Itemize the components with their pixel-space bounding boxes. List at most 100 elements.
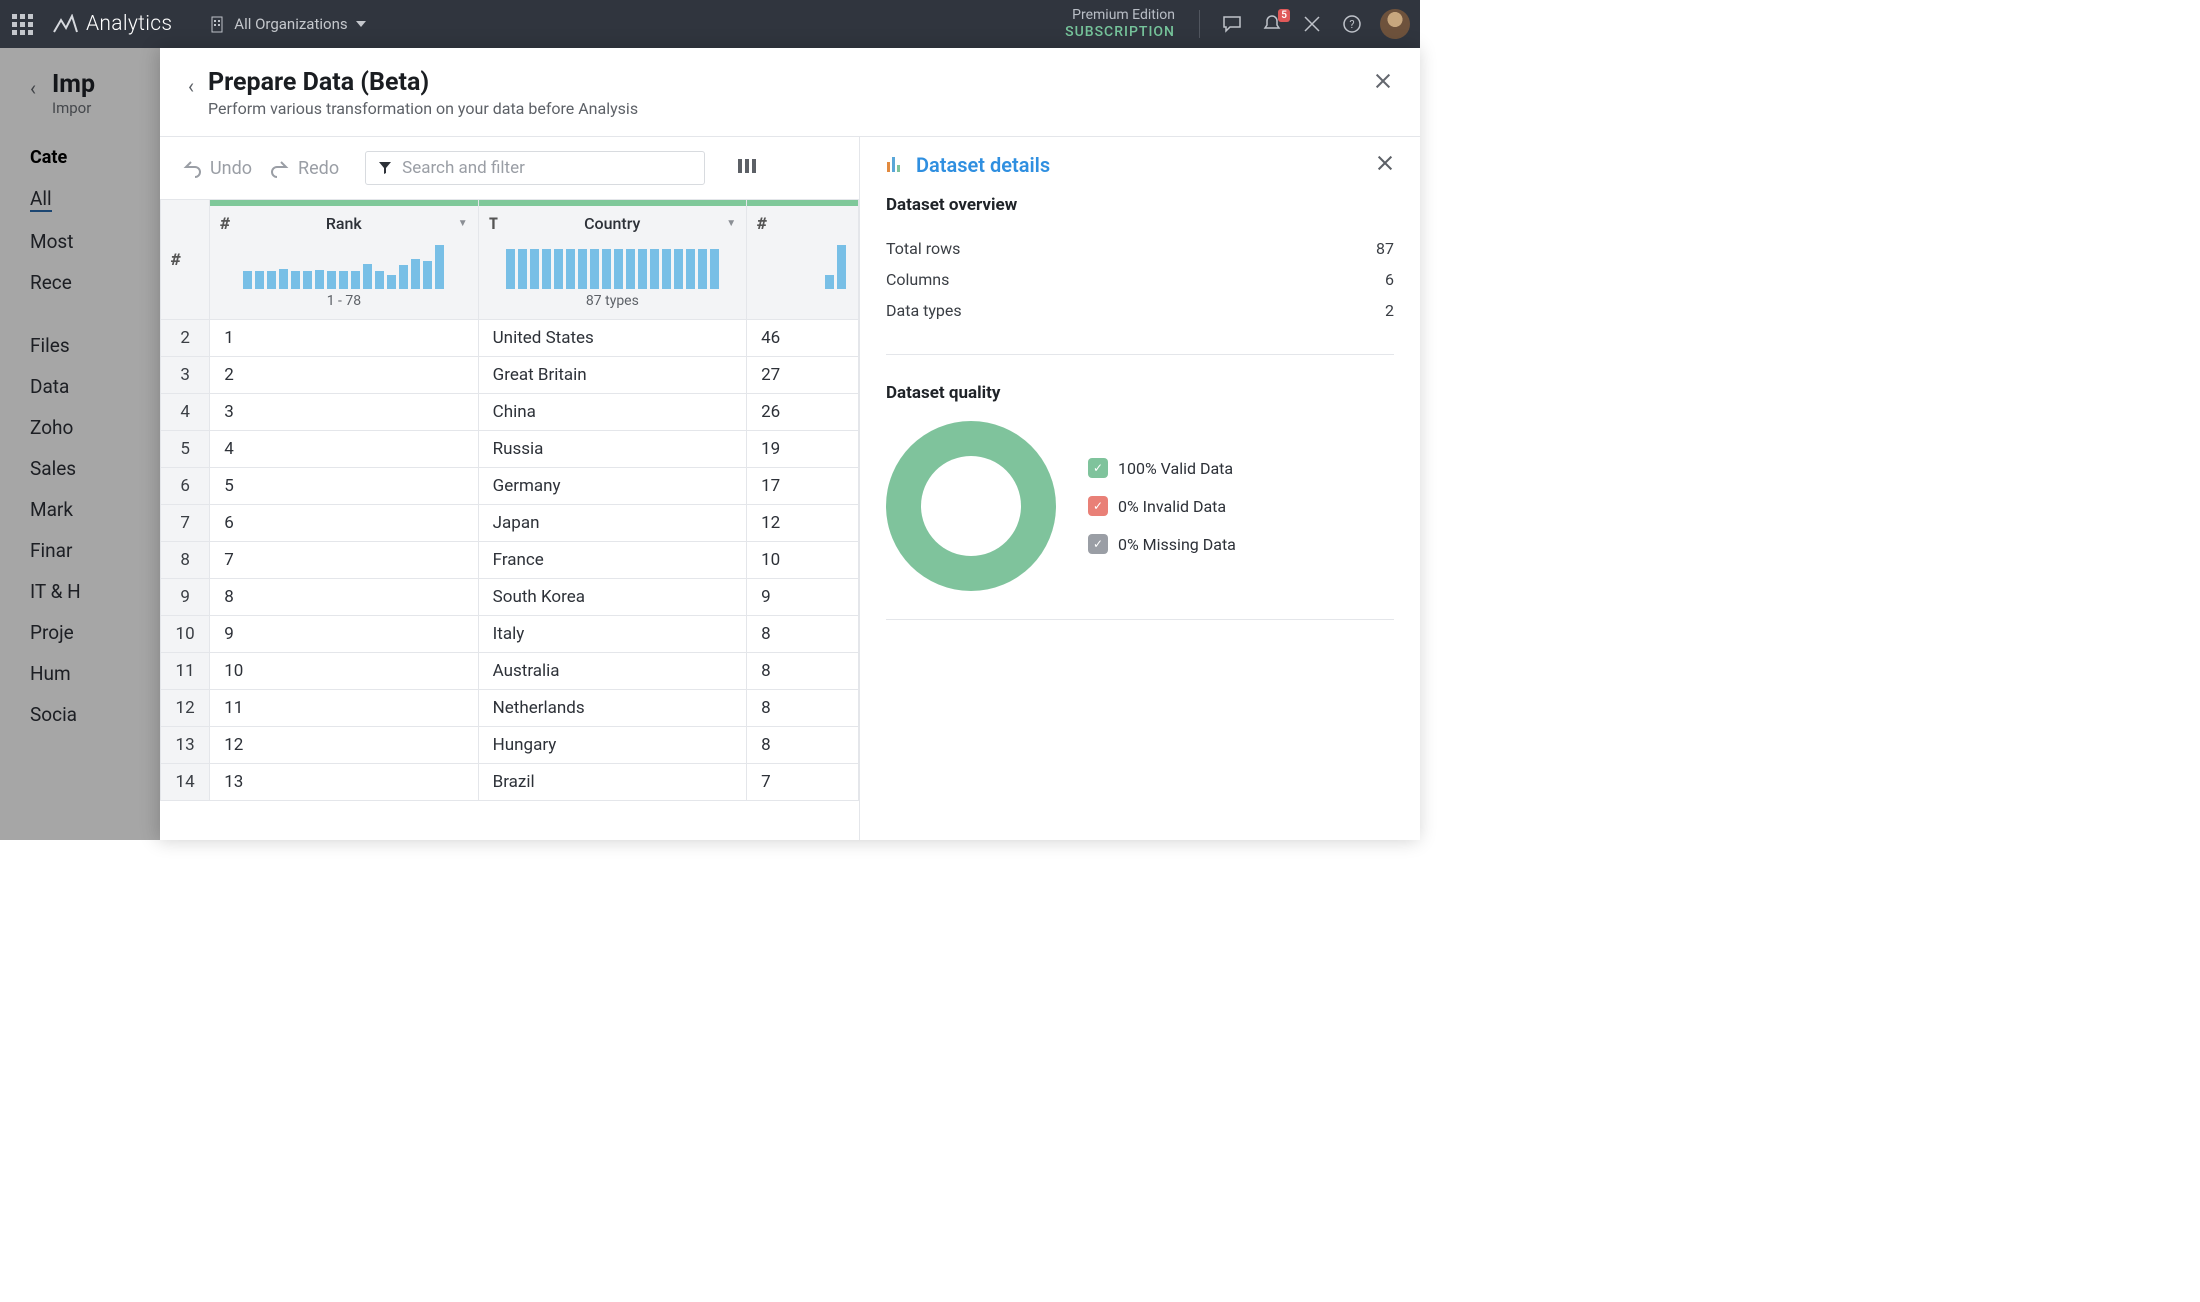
country-type-icon: T — [489, 214, 499, 233]
data-types-label: Data types — [886, 301, 962, 320]
tools-icon[interactable] — [1300, 12, 1324, 36]
country-column-header[interactable]: T Country ▼ 87 types — [478, 200, 746, 320]
table-row[interactable]: 54Russia19 — [161, 431, 859, 468]
app-logo[interactable]: Analytics — [52, 12, 172, 36]
undo-icon — [182, 158, 202, 178]
value-cell: 9 — [747, 579, 859, 616]
overview-header: Dataset overview — [886, 195, 1394, 215]
table-row[interactable]: 76Japan12 — [161, 505, 859, 542]
modal-back-button[interactable]: ‹ — [188, 74, 194, 98]
app-launcher-icon[interactable] — [10, 12, 34, 36]
notifications-icon[interactable]: 5 — [1260, 12, 1284, 36]
edition-info[interactable]: Premium Edition SUBSCRIPTION — [1065, 7, 1175, 42]
chevron-down-icon[interactable]: ▼ — [458, 218, 468, 229]
country-cell: China — [478, 394, 746, 431]
column-settings-button[interactable] — [737, 158, 757, 178]
check-icon: ✓ — [1088, 534, 1108, 554]
table-row[interactable]: 1110Australia8 — [161, 653, 859, 690]
rank-cell: 8 — [210, 579, 478, 616]
edition-top: Premium Edition — [1065, 7, 1175, 25]
search-filter-box[interactable] — [365, 151, 705, 185]
row-number: 5 — [161, 431, 210, 468]
table-row[interactable]: 109Italy8 — [161, 616, 859, 653]
details-title: Dataset details — [916, 153, 1050, 177]
table-row[interactable]: 1413Brazil7 — [161, 764, 859, 801]
org-selector[interactable]: All Organizations — [208, 14, 365, 34]
rank-caption: 1 - 78 — [222, 289, 465, 317]
row-number: 3 — [161, 357, 210, 394]
building-icon — [208, 14, 226, 34]
row-number: 6 — [161, 468, 210, 505]
chart-icon — [886, 156, 906, 174]
legend-missing-label: 0% Missing Data — [1118, 535, 1236, 554]
country-cell: Russia — [478, 431, 746, 468]
value-cell: 27 — [747, 357, 859, 394]
quality-header: Dataset quality — [886, 383, 1394, 403]
table-row[interactable]: 98South Korea9 — [161, 579, 859, 616]
rank-histogram: 1 - 78 — [210, 241, 477, 319]
row-number: 14 — [161, 764, 210, 801]
table-row[interactable]: 87France10 — [161, 542, 859, 579]
modal-title: Prepare Data (Beta) — [208, 68, 638, 97]
notification-badge: 5 — [1278, 9, 1290, 22]
rownum-header-label: # — [171, 250, 181, 269]
top-bar: Analytics All Organizations Premium Edit… — [0, 0, 1420, 48]
redo-icon — [270, 158, 290, 178]
row-number: 2 — [161, 320, 210, 357]
divider — [1199, 10, 1200, 38]
table-row[interactable]: 43China26 — [161, 394, 859, 431]
search-input[interactable] — [402, 158, 692, 178]
rank-cell: 5 — [210, 468, 478, 505]
value-cell: 19 — [747, 431, 859, 468]
value-cell: 46 — [747, 320, 859, 357]
rank-cell: 2 — [210, 357, 478, 394]
svg-text:?: ? — [1349, 18, 1354, 31]
table-row[interactable]: 1312Hungary8 — [161, 727, 859, 764]
undo-button[interactable]: Undo — [182, 158, 252, 179]
country-cell: Germany — [478, 468, 746, 505]
redo-button[interactable]: Redo — [270, 158, 339, 179]
rownum-header[interactable]: # — [161, 200, 210, 320]
data-table: # # Rank ▼ — [160, 199, 859, 801]
country-cell: Hungary — [478, 727, 746, 764]
table-toolbar: Undo Redo — [160, 137, 859, 199]
table-row[interactable]: 32Great Britain27 — [161, 357, 859, 394]
rank-cell: 12 — [210, 727, 478, 764]
user-avatar[interactable] — [1380, 9, 1410, 39]
rank-column-header[interactable]: # Rank ▼ 1 - 78 — [210, 200, 478, 320]
divider — [886, 354, 1394, 355]
value-histogram — [747, 241, 858, 319]
rank-cell: 6 — [210, 505, 478, 542]
rank-cell: 7 — [210, 542, 478, 579]
close-icon — [1374, 72, 1392, 90]
modal-close-button[interactable] — [1374, 72, 1392, 95]
table-row[interactable]: 21United States46 — [161, 320, 859, 357]
quality-donut-chart — [886, 421, 1056, 591]
help-icon[interactable]: ? — [1340, 12, 1364, 36]
legend-valid-label: 100% Valid Data — [1118, 459, 1233, 478]
country-cell: Great Britain — [478, 357, 746, 394]
value-cell: 10 — [747, 542, 859, 579]
legend-invalid: ✓ 0% Invalid Data — [1088, 496, 1236, 516]
legend-missing: ✓ 0% Missing Data — [1088, 534, 1236, 554]
rank-cell: 11 — [210, 690, 478, 727]
details-close-button[interactable] — [1376, 154, 1394, 176]
prepare-data-modal: ‹ Prepare Data (Beta) Perform various tr… — [160, 48, 1420, 840]
quality-legend: ✓ 100% Valid Data ✓ 0% Invalid Data ✓ 0%… — [1088, 458, 1236, 554]
close-icon — [1376, 154, 1394, 172]
row-number: 9 — [161, 579, 210, 616]
value-column-header[interactable]: # — [747, 200, 859, 320]
country-cell: South Korea — [478, 579, 746, 616]
value-cell: 8 — [747, 690, 859, 727]
row-number: 7 — [161, 505, 210, 542]
chat-icon[interactable] — [1220, 12, 1244, 36]
table-row[interactable]: 1211Netherlands8 — [161, 690, 859, 727]
chevron-down-icon[interactable]: ▼ — [726, 218, 736, 229]
value-cell: 17 — [747, 468, 859, 505]
check-icon: ✓ — [1088, 458, 1108, 478]
redo-label: Redo — [298, 158, 339, 179]
country-caption: 87 types — [491, 289, 734, 317]
table-row[interactable]: 65Germany17 — [161, 468, 859, 505]
columns-value: 6 — [1385, 270, 1394, 289]
country-cell: Japan — [478, 505, 746, 542]
